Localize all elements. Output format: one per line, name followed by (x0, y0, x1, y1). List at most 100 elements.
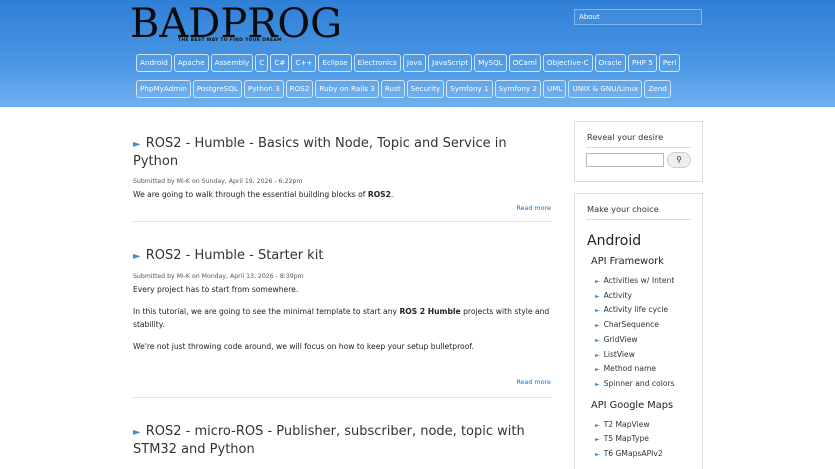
author-link[interactable]: Mi-K (177, 273, 190, 280)
tag-link[interactable]: Objective-C (542, 54, 593, 72)
tag-link[interactable]: Security (406, 80, 445, 98)
group-list: ► T2 MapView ► T5 MapType ► T6 GMapsAPIv2 (595, 418, 702, 462)
post-paragraph: We are going to walk through the essenti… (133, 188, 553, 201)
tag-link[interactable]: ROS2 (285, 80, 314, 98)
group-list-item-label[interactable]: Activity (604, 291, 632, 300)
group-list-item-label[interactable]: GridView (604, 335, 638, 344)
submitted-line: Submitted by Mi-K on Sunday, April 19, 2… (133, 178, 553, 186)
submitted-date: on Sunday, April 19, 2026 - 6:22pm (190, 178, 303, 185)
read-more-link[interactable]: Read more (516, 204, 551, 212)
tag-link[interactable]: Rust (380, 80, 405, 98)
search-block-title: Reveal your desire (587, 132, 664, 142)
tag-link[interactable]: UNIX & GNU/Linux (568, 80, 643, 98)
post-title-text[interactable]: ROS2 - Humble - Starter kit (146, 248, 324, 263)
site-logo[interactable]: BADPROG THE BEST WAY TO FIND YOUR DREAM (130, 2, 345, 46)
tag-link[interactable]: Perl (658, 54, 681, 72)
category-groups: API Framework ► Activities w/ Intent ► Activ… (575, 256, 702, 469)
author-link[interactable]: Mi-K (177, 178, 190, 185)
tag-link[interactable]: PostgreSQL (192, 80, 242, 98)
group-list-item[interactable]: ► T6 GMapsAPIv2 (595, 447, 702, 462)
arrow-right-icon: ► (595, 322, 600, 330)
search-button[interactable]: ⚲ (667, 152, 691, 168)
tag-link[interactable]: Ruby on Rails 3 (315, 80, 379, 98)
tag-link[interactable]: Apache (173, 54, 209, 72)
tag-link[interactable]: Symfony 1 (446, 80, 493, 98)
post-title-text[interactable]: ROS2 - micro-ROS - Publisher, subscriber… (133, 424, 525, 457)
search-input[interactable] (586, 153, 664, 167)
group-list-item[interactable]: ► Activities w/ Intent (595, 274, 702, 289)
arrow-right-icon: ► (595, 421, 600, 429)
main-content: ► ROS2 - Humble - Basics with Node, Topic… (133, 107, 553, 469)
tag-link[interactable]: Symfony 2 (494, 80, 542, 98)
post-title-text[interactable]: ROS2 - Humble - Basics with Node, Topic … (133, 136, 507, 169)
tag-link[interactable]: Zend (644, 80, 671, 98)
group-list-item-label[interactable]: T5 MapType (604, 434, 649, 443)
arrow-right-icon: ► (595, 278, 600, 285)
arrow-right-icon: ► (595, 436, 600, 444)
paragraph-bold: ROS2 (367, 190, 391, 199)
block-divider (586, 219, 691, 220)
post-title[interactable]: ► ROS2 - Humble - Basics with Node, Topic… (133, 135, 553, 170)
tag-link[interactable]: PhpMyAdmin (136, 80, 191, 98)
group-list-item[interactable]: ► Spinner and colors (595, 377, 702, 392)
group-list-item[interactable]: ► T2 MapView (595, 418, 702, 433)
tag-link[interactable]: Python 3 (243, 80, 284, 98)
group-list-item[interactable]: ► CharSequence (595, 318, 702, 333)
read-more-link[interactable]: Read more (516, 378, 551, 386)
group-list-item[interactable]: ► T5 MapType (595, 432, 702, 447)
tag-link[interactable]: MySQL (474, 54, 507, 72)
tag-link[interactable]: C# (270, 54, 290, 72)
post-title[interactable]: ► ROS2 - micro-ROS - Publisher, subscribe… (133, 423, 553, 458)
search-block: Reveal your desire ⚲ (574, 121, 703, 182)
post-3: ► ROS2 - micro-ROS - Publisher, subscribe… (133, 423, 553, 458)
arrow-right-icon: ► (595, 336, 600, 344)
paragraph-text: We are going to walk through the essenti… (133, 190, 368, 199)
group-heading[interactable]: API Framework (591, 256, 702, 268)
group-list-item[interactable]: ► Activity (595, 289, 702, 304)
group-list-item-label[interactable]: CharSequence (604, 320, 659, 329)
tag-link[interactable]: PHP 5 (627, 54, 657, 72)
group-list-item-label[interactable]: T6 GMapsAPIv2 (604, 449, 663, 458)
tag-link[interactable]: Android (136, 54, 172, 72)
tag-link[interactable]: UML (543, 80, 567, 98)
post-title[interactable]: ► ROS2 - Humble - Starter kit (133, 247, 553, 265)
category-block-title: Make your choice (587, 204, 659, 214)
tag-link[interactable]: C (255, 54, 269, 72)
group-list-item[interactable]: ► GridView (595, 333, 702, 348)
arrow-right-icon: ► (595, 380, 600, 388)
submitted-prefix: Submitted by (133, 178, 177, 185)
group-list-item-label[interactable]: Activity life cycle (604, 305, 668, 314)
group-list-item[interactable]: ► ListView (595, 348, 702, 363)
tag-link[interactable]: JavaScript (428, 54, 473, 72)
block-divider (586, 147, 691, 148)
arrow-right-icon: ► (133, 139, 141, 150)
tag-link[interactable]: Oracle (594, 54, 626, 72)
tag-link[interactable]: Java (402, 54, 427, 72)
group-list-item-label[interactable]: Method name (604, 364, 656, 373)
post-paragraph: Every project has to start from somewher… (133, 285, 299, 294)
group-heading[interactable]: API Google Maps (591, 400, 702, 412)
tag-link[interactable]: Electronics (353, 54, 401, 72)
group-list-item-label[interactable]: T2 MapView (604, 420, 650, 429)
post-1: ► ROS2 - Humble - Basics with Node, Topic… (133, 135, 553, 201)
group-list-item-label[interactable]: Spinner and colors (604, 379, 675, 388)
arrow-right-icon: ► (595, 451, 600, 459)
tag-link[interactable]: Assembly (210, 54, 254, 72)
section-title[interactable]: Android (587, 232, 702, 250)
category-block: Make your choice Android API Framework ► A… (574, 193, 703, 469)
post-paragraph: We're not just throwing code around, we … (133, 342, 474, 351)
tag-link[interactable]: OCaml (508, 54, 541, 72)
arrow-right-icon: ► (595, 351, 600, 359)
tag-link[interactable]: C++ (291, 54, 317, 72)
arrow-right-icon: ► (595, 292, 600, 300)
group-list: ► Activities w/ Intent ► Activity ► Activity … (595, 274, 702, 392)
group-list-item[interactable]: ► Method name (595, 362, 702, 377)
group-list-item[interactable]: ► Activity life cycle (595, 303, 702, 318)
paragraph-text: In this tutorial, we are going to see th… (133, 307, 400, 316)
group-list-item-label[interactable]: ListView (604, 350, 635, 359)
tag-link[interactable]: Eclipse (318, 54, 352, 72)
paragraph-end: . (390, 190, 394, 199)
tag-row-1: Android Apache Assembly C C# C++ Eclipse Electr… (136, 54, 681, 72)
about-link[interactable]: About (574, 9, 702, 25)
group-list-item-label[interactable]: Activities w/ Intent (604, 276, 675, 285)
